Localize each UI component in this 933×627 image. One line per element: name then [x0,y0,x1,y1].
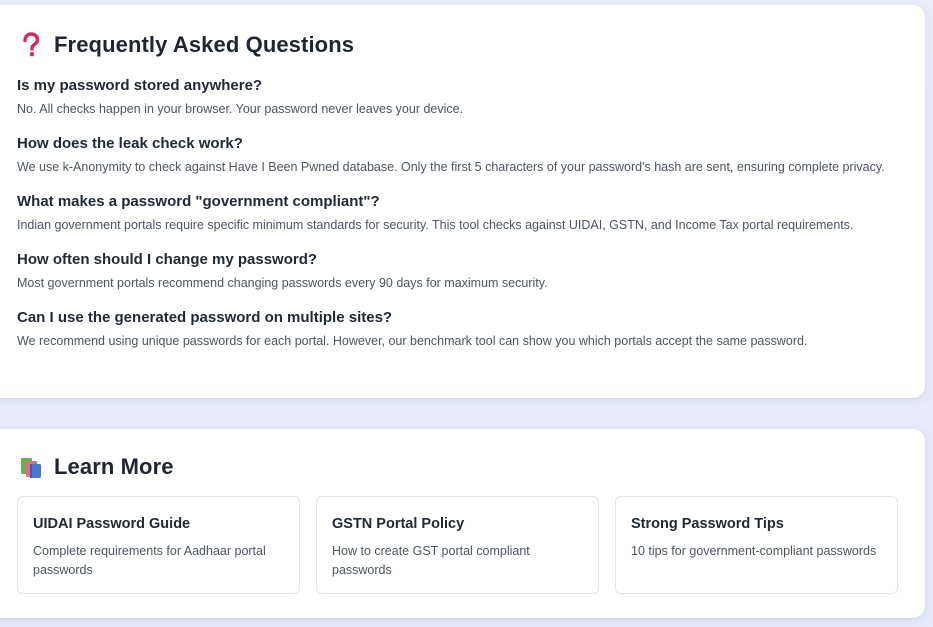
resource-description: How to create GST portal compliant passw… [332,544,530,577]
faq-item: What makes a password "government compli… [17,192,897,235]
question-mark-icon [18,32,44,58]
faq-item: Is my password stored anywhere? No. All … [17,76,897,119]
resource-title: GSTN Portal Policy [332,516,465,532]
faq-answer: We recommend using unique passwords for … [17,334,808,348]
resource-description: Complete requirements for Aadhaar portal… [33,544,266,577]
faq-item: How does the leak check work? We use k-A… [17,134,897,177]
learn-more-title: Learn More [54,454,174,479]
faq-question: What makes a password "government compli… [17,193,380,210]
faq-section: Frequently Asked Questions Is my passwor… [0,5,925,398]
faq-question: Can I use the generated password on mult… [17,309,393,326]
books-icon [18,454,44,480]
resource-card-password-tips[interactable]: Strong Password Tips 10 tips for governm… [615,496,898,594]
faq-title: Frequently Asked Questions [54,32,355,57]
faq-item: How often should I change my password? M… [17,250,897,293]
faq-answer: We use k-Anonymity to check against Have… [17,160,885,174]
learn-more-heading: Learn More [18,454,174,480]
resource-title: UIDAI Password Guide [33,516,191,532]
faq-answer: Indian government portals require specif… [17,218,854,232]
resource-title: Strong Password Tips [631,516,784,532]
faq-answer: Most government portals recommend changi… [17,276,548,290]
faq-question: How often should I change my password? [17,251,318,268]
faq-answer: No. All checks happen in your browser. Y… [17,102,464,116]
resource-cards: UIDAI Password Guide Complete requiremen… [17,496,898,594]
resource-description: 10 tips for government-compliant passwor… [631,544,877,558]
resource-card-gstn[interactable]: GSTN Portal Policy How to create GST por… [316,496,599,594]
faq-item: Can I use the generated password on mult… [17,308,897,351]
learn-more-section: Learn More UIDAI Password Guide Complete… [0,429,925,618]
faq-list: Is my password stored anywhere? No. All … [17,76,897,366]
resource-card-uidai[interactable]: UIDAI Password Guide Complete requiremen… [17,496,300,594]
faq-question: How does the leak check work? [17,135,243,152]
faq-heading: Frequently Asked Questions [18,32,354,58]
faq-question: Is my password stored anywhere? [17,77,263,94]
